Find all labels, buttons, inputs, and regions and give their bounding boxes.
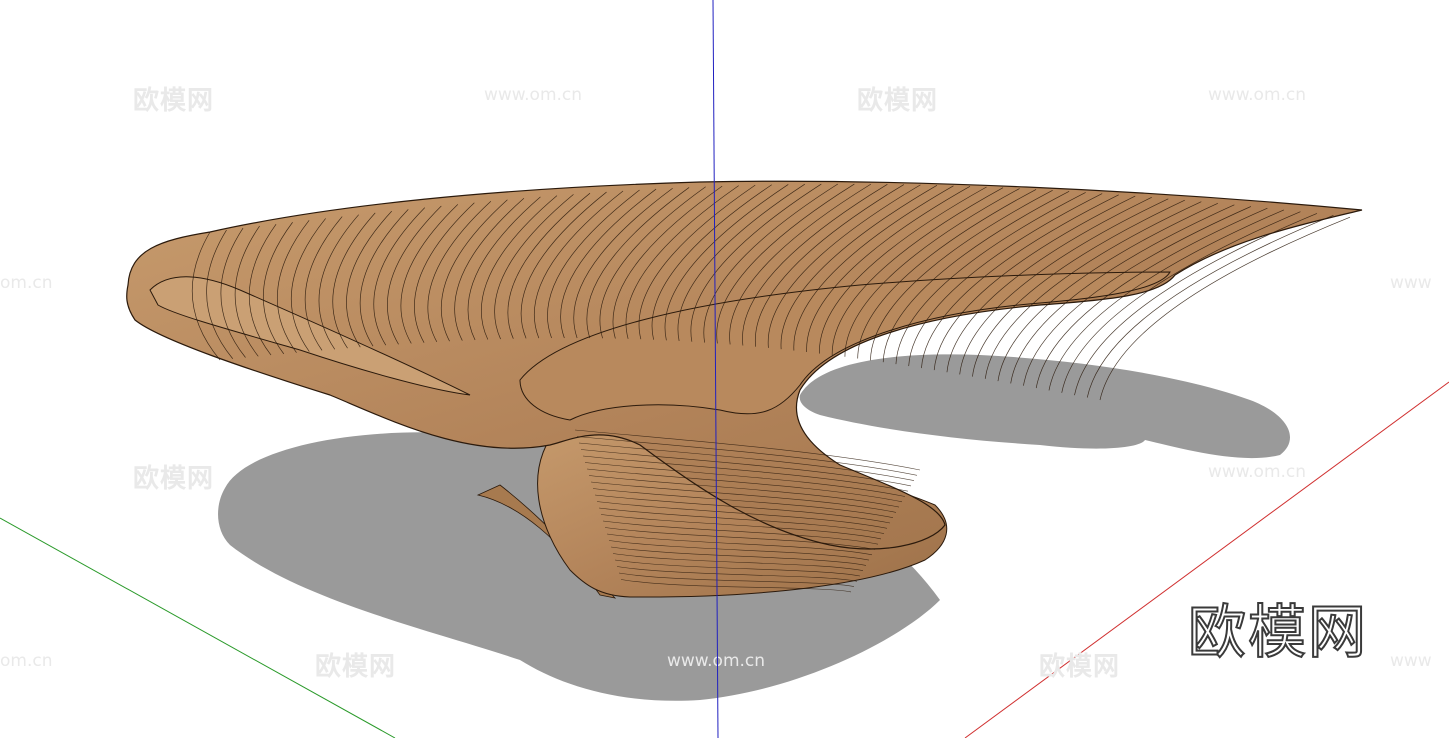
blue-axis [712, 0, 719, 738]
brand-logo: 欧模网 [1187, 597, 1369, 667]
sketchup-viewport[interactable]: 欧模网 www.om.cn 欧模网 www.om.cn om.cn www 欧模… [0, 0, 1449, 738]
